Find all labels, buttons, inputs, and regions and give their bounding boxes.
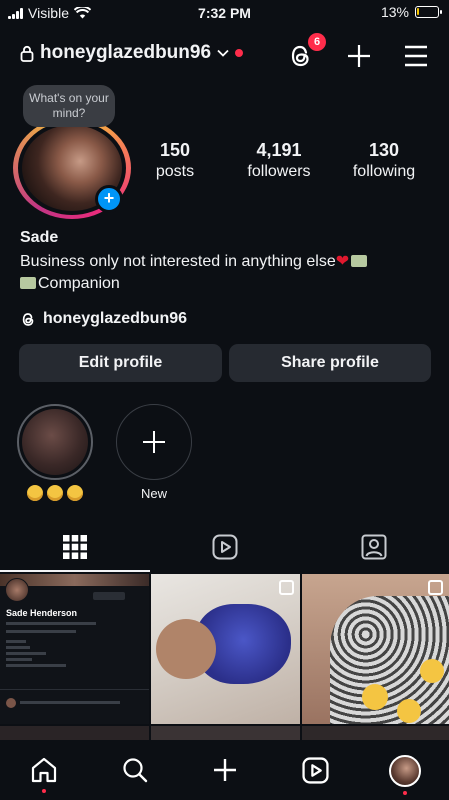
new-highlight-button[interactable] [116,404,192,480]
share-profile-button[interactable]: Share profile [229,344,431,382]
battery: 13% [380,4,442,20]
stat-label: followers [247,163,311,180]
emoji-sticker [397,699,421,723]
multi-photo-icon [279,580,294,595]
grid-post[interactable]: Sade Henderson [0,574,149,724]
stat-value: 130 [368,140,400,160]
threads-notification-badge: 6 [308,33,326,51]
plus-icon[interactable] [347,44,371,68]
tagged-icon[interactable] [361,534,387,560]
profile-name: Sade [20,229,59,246]
threads-icon [22,312,34,326]
bio-line-2: Companion [38,275,120,292]
mini-text-line [6,658,32,661]
plus-icon [143,431,165,453]
mini-tabs [0,682,149,690]
money-emoji-icon [351,255,368,267]
highlight-cover[interactable] [22,409,88,475]
stat-label: following [352,163,416,180]
mini-profile-name: Sade Henderson [6,608,78,618]
bottom-nav [0,740,449,800]
grid-post[interactable] [151,574,300,724]
mini-avatar [6,698,16,708]
search-icon[interactable] [122,757,148,783]
create-icon[interactable] [212,757,238,783]
smile-emoji-icon [47,485,63,501]
stat-followers[interactable]: 4,191 followers [236,139,322,183]
money-emoji-icon [20,277,36,289]
lock-icon [20,45,34,62]
menu-icon[interactable] [404,45,428,67]
battery-percent: 13% [380,4,409,20]
mini-text-line [6,652,46,655]
grid-post[interactable] [0,726,149,740]
grid-icon[interactable] [63,535,87,559]
mini-text-line [6,664,66,667]
smile-emoji-icon [67,485,83,501]
home-notification-dot [42,789,46,793]
add-story-icon[interactable]: + [95,185,123,213]
battery-icon [415,6,442,18]
threads-profile-link[interactable]: honeyglazedbun96 [20,310,187,328]
threads-handle: honeyglazedbun96 [43,310,188,327]
stat-value: 4,191 [256,140,302,160]
multi-photo-icon [428,580,443,595]
mini-text-line [20,701,120,704]
profile-header: honeyglazedbun96 6 [0,32,449,76]
stat-following[interactable]: 130 following [343,139,425,183]
new-highlight-label: New [140,486,167,501]
mini-text-line [6,630,76,633]
mini-avatar [5,578,29,602]
heart-emoji-icon: ❤ [335,253,350,270]
mini-text-line [6,646,30,649]
edit-profile-button[interactable]: Edit profile [19,344,222,382]
mini-text-line [6,640,26,643]
chevron-down-icon [217,49,229,57]
stat-value: 150 [159,140,191,160]
account-switcher[interactable]: honeyglazedbun96 [20,42,244,64]
profile-notification-dot [403,791,407,795]
stat-label: posts [155,163,195,180]
grid-post[interactable] [151,726,300,740]
unread-dot [235,49,244,57]
profile-bio: Business only not interested in anything… [20,251,430,295]
emoji-sticker [362,684,388,710]
stat-posts[interactable]: 150 posts [145,139,205,183]
emoji-sticker [420,659,444,683]
photo-subject [156,619,216,679]
note-bubble[interactable]: What's on your mind? [23,85,115,127]
header-username: honeyglazedbun96 [40,42,212,63]
bio-line-1: Business only not interested in anything… [20,253,336,270]
home-icon[interactable] [31,757,57,783]
grid-post[interactable] [302,726,449,740]
status-bar: Visible 7:32 PM 13% [0,0,449,26]
threads-button[interactable]: 6 [287,33,326,70]
mini-text-line [6,622,96,625]
profile-avatar[interactable] [389,755,421,787]
grid-post[interactable] [302,574,449,724]
smile-emoji-icon [27,485,43,501]
reels-icon[interactable] [212,534,238,560]
reels-icon[interactable] [302,757,329,784]
mini-button [93,592,125,600]
active-tab-indicator [0,570,150,572]
